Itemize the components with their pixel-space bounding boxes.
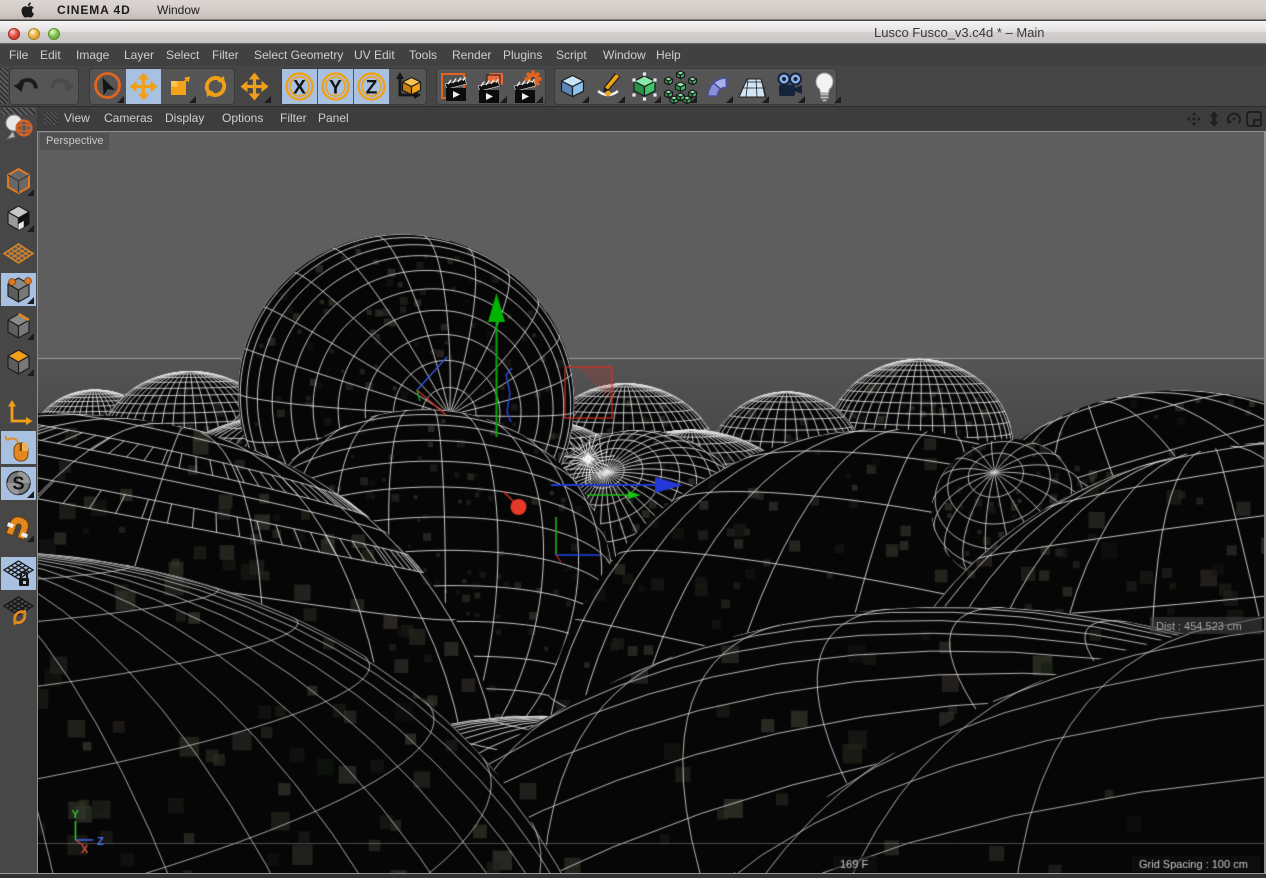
svg-text:Y: Y	[329, 78, 342, 99]
svg-text:Z: Z	[366, 78, 378, 99]
svg-text:S: S	[12, 474, 24, 494]
svg-text:X: X	[293, 78, 306, 99]
